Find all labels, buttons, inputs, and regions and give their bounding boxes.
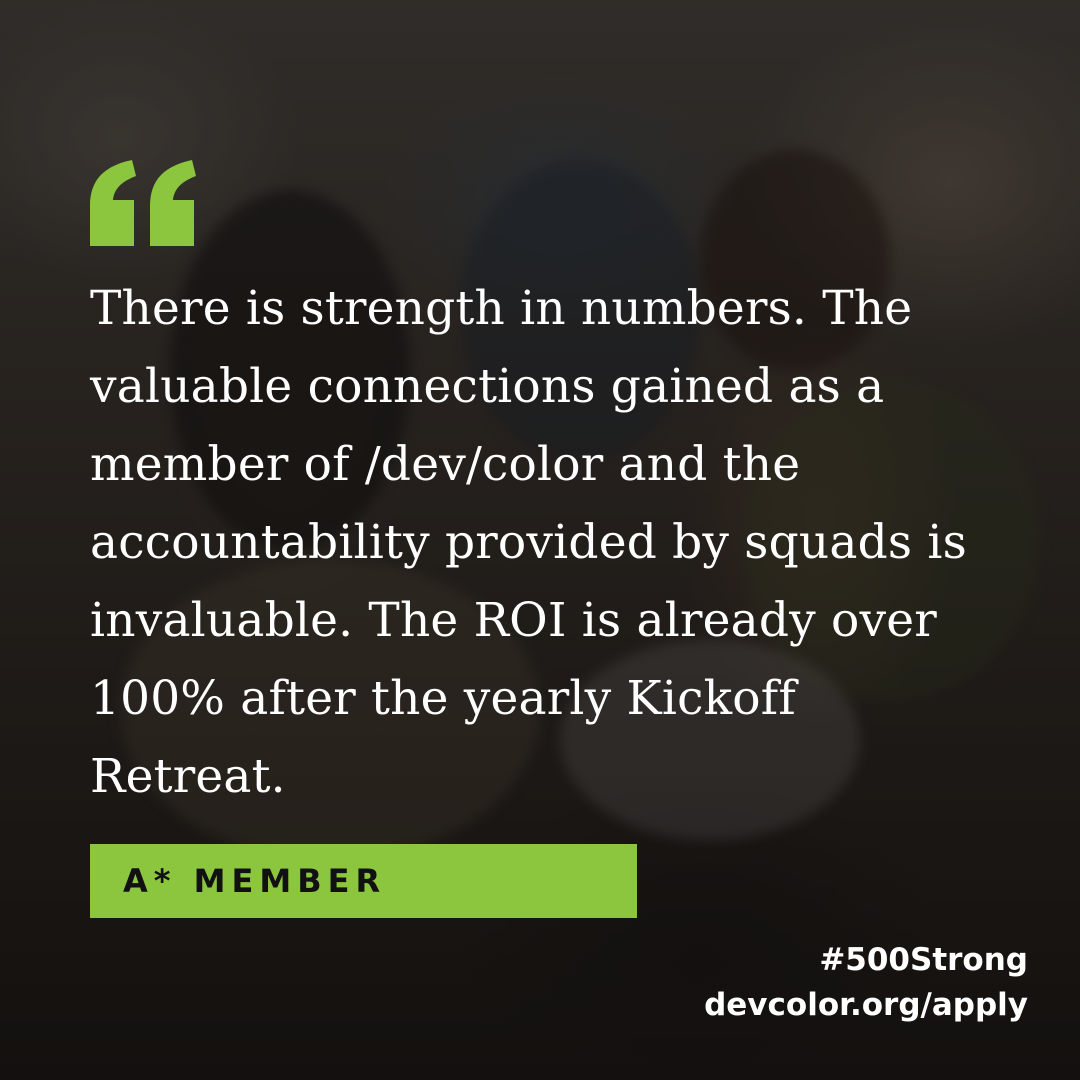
quote-mark-icon xyxy=(90,160,196,246)
attribution-badge: A* MEMBER xyxy=(90,844,637,918)
quote-text: There is strength in numbers. The valuab… xyxy=(90,281,967,804)
apply-url[interactable]: devcolor.org/apply xyxy=(704,983,1028,1028)
quote-card: There is strength in numbers. The valuab… xyxy=(0,0,1080,1080)
footer: #500Strong devcolor.org/apply xyxy=(704,938,1028,1028)
attribution-label: A* MEMBER xyxy=(123,862,387,900)
hashtag: #500Strong xyxy=(819,942,1028,978)
